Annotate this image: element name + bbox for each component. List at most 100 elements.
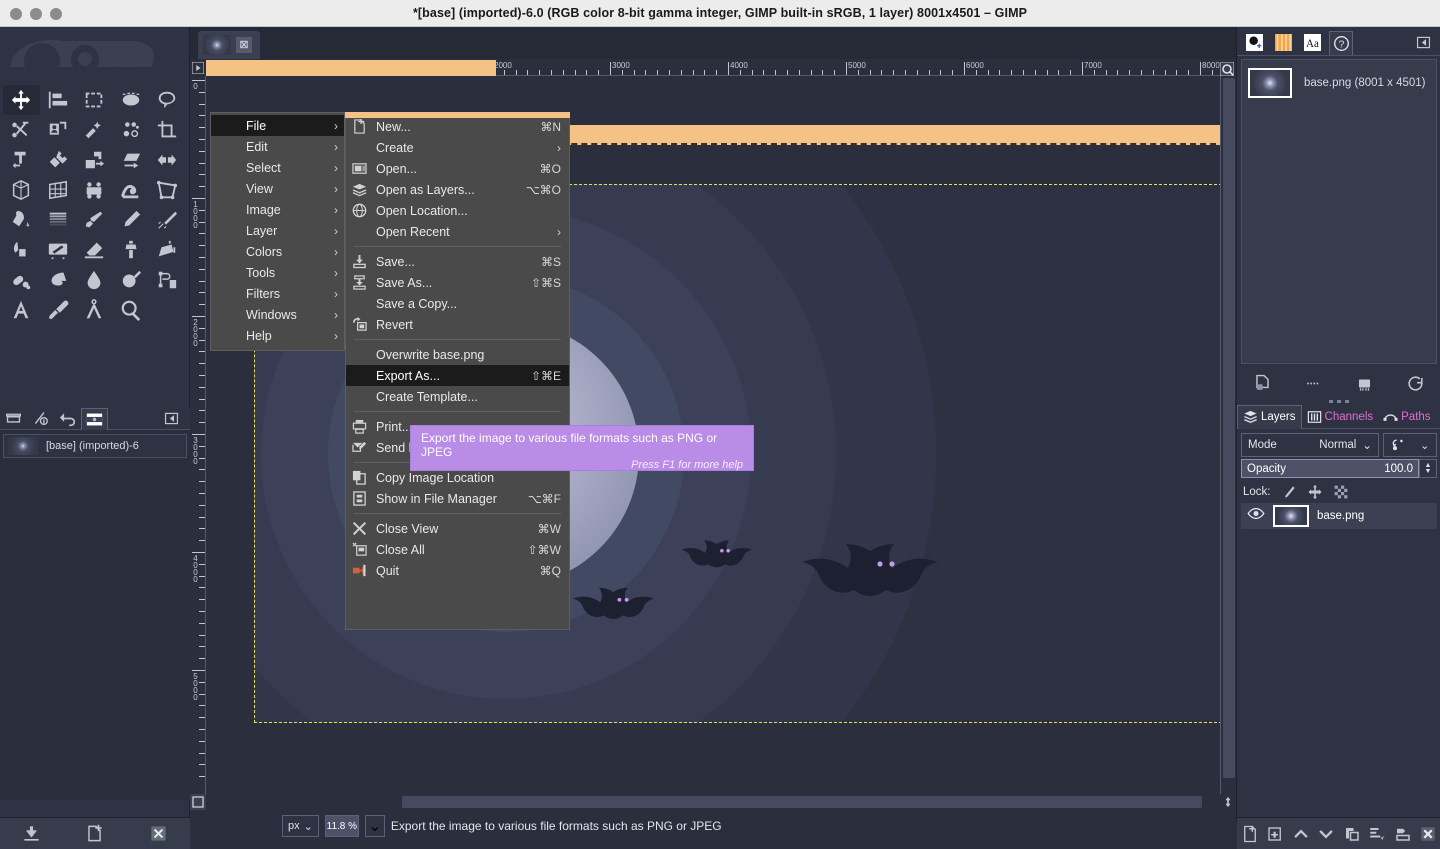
alignment-tool[interactable] [40,85,77,115]
merge-down-icon[interactable] [1394,825,1412,843]
vertical-ruler[interactable]: 010002000300040005000 [190,76,206,794]
tab-patterns[interactable] [1271,31,1295,55]
image-tab[interactable]: ⊠ [198,31,260,59]
zoom-image-button[interactable] [1220,794,1236,810]
text-tool[interactable] [3,295,40,325]
menu-item-file[interactable]: File› [211,115,344,136]
lower-layer-icon[interactable] [1317,825,1335,843]
raise-layer-icon[interactable] [1292,825,1310,843]
right-dock-tabs[interactable]: Aa ? [1237,30,1440,56]
tab-paths[interactable]: Paths [1378,405,1435,429]
tab-images[interactable] [81,408,108,430]
menu-item-layer[interactable]: Layer› [211,220,344,241]
unified-transform-tool[interactable] [3,145,40,175]
chevron-down-icon[interactable]: ⌄ [1420,439,1429,452]
tab-channels[interactable]: Channels [1302,405,1379,429]
window-controls[interactable] [10,0,62,27]
opacity-stepper[interactable]: ▲▼ [1419,459,1437,478]
dodge-burn-tool[interactable] [113,265,150,295]
tab-tool-options[interactable] [0,408,27,430]
menu-item-filters[interactable]: Filters› [211,283,344,304]
scissors-select-tool[interactable] [3,115,40,145]
layer-effects-icon[interactable] [1391,437,1407,453]
pencil-tool[interactable] [113,205,150,235]
minimize-button[interactable] [30,8,42,20]
file-menu-revert[interactable]: Revert [346,314,569,335]
eraser-tool[interactable] [76,235,113,265]
images-panel-toolbar[interactable] [1237,369,1440,397]
tab-undo-history[interactable] [54,408,81,430]
foreground-select-tool[interactable] [40,115,77,145]
collapse-layers-dock-button[interactable] [1436,405,1440,429]
file-menu-export-as[interactable]: Export As... ⇧⌘E [346,365,569,386]
zoom-input[interactable]: 11.8 % [325,815,359,837]
file-menu-new[interactable]: New... ⌘N [346,116,569,137]
paintbrush-tool[interactable] [76,205,113,235]
ruler-corner-menu-button[interactable] [190,60,206,76]
toolbox-dock-tabs[interactable] [0,408,190,430]
ink-tool[interactable] [3,235,40,265]
tab-device-status[interactable] [27,408,54,430]
tool-grid[interactable] [3,85,187,325]
file-menu-save-a-copy[interactable]: Save a Copy... [346,293,569,314]
tab-brushes[interactable] [1242,31,1266,55]
zoom-tool[interactable] [113,295,150,325]
heal-tool[interactable] [3,265,40,295]
horizontal-scroll-thumb[interactable] [402,796,1202,808]
delete-image-icon[interactable] [149,824,168,843]
new-image-icon[interactable] [85,824,104,843]
menu-item-tools[interactable]: Tools› [211,262,344,283]
collapse-dock-button[interactable] [1411,31,1435,55]
measure-tool[interactable] [76,295,113,325]
paths-tool[interactable] [149,265,186,295]
anchor-layer-icon[interactable] [1368,825,1386,843]
color-area[interactable] [0,357,190,412]
file-menu-create[interactable]: Create › [346,137,569,158]
layer-effects-button[interactable]: ⌄ [1383,433,1437,457]
file-menu-popup[interactable]: New... ⌘N Create › Open... ⌘O Open as La… [345,112,570,630]
menu-item-windows[interactable]: Windows› [211,304,344,325]
bucket-fill-tool[interactable] [3,205,40,235]
rotate-tool[interactable] [40,145,77,175]
image-entry[interactable]: base.png (8001 x 4501) [1248,68,1425,98]
vertical-scroll-thumb[interactable] [1223,78,1235,778]
handle-transform-tool[interactable] [3,175,40,205]
airbrush-tool[interactable] [149,205,186,235]
file-menu-open-as-layers[interactable]: Open as Layers... ⌥⌘O [346,179,569,200]
menu-item-image[interactable]: Image› [211,199,344,220]
gradient-tool[interactable] [40,205,77,235]
zoom-dropdown-button[interactable]: ⌄ [365,815,385,837]
flip-tool[interactable] [149,145,186,175]
vertical-scrollbar[interactable] [1220,76,1236,794]
delete-image-icon[interactable] [1355,374,1374,393]
blur-sharpen-tool[interactable] [76,265,113,295]
file-menu-open[interactable]: Open... ⌘O [346,158,569,179]
unit-selector[interactable]: px ⌄ [282,815,319,837]
scale-tool[interactable] [76,145,113,175]
free-select-tool[interactable] [149,85,186,115]
menu-item-help[interactable]: Help› [211,325,344,346]
file-menu-overwrite[interactable]: Overwrite base.png [346,344,569,365]
fuzzy-select-tool[interactable] [76,115,113,145]
layer-list-item[interactable]: base.png [1241,503,1437,529]
color-picker-tool[interactable] [40,295,77,325]
layer-lock-row[interactable]: Lock: [1243,482,1439,502]
close-icon[interactable]: ⊠ [236,37,252,53]
warp-transform-tool[interactable] [76,175,113,205]
zoom-button[interactable] [50,8,62,20]
lock-alpha-icon[interactable] [1333,484,1349,500]
move-tool[interactable] [3,85,40,115]
layer-mode-row[interactable]: Mode Normal ⌄ ⌄ [1241,433,1437,457]
ellipse-select-tool[interactable] [113,85,150,115]
file-menu-create-template[interactable]: Create Template... [346,386,569,407]
file-menu-close-view[interactable]: Close View ⌘W [346,518,569,539]
main-menu-popup[interactable]: File› Edit› Select› View› Image› Layer› … [210,112,345,351]
file-menu-save[interactable]: Save... ⌘S [346,251,569,272]
delete-layer-icon[interactable] [1419,825,1437,843]
tab-fonts[interactable]: Aa [1300,31,1324,55]
lock-pixels-icon[interactable] [1281,484,1297,500]
blend-mode-selector[interactable]: Mode Normal ⌄ [1241,433,1379,457]
opacity-slider[interactable]: Opacity 100.0 [1241,459,1419,478]
rectangle-select-tool[interactable] [76,85,113,115]
new-layer-group-icon[interactable] [1266,825,1284,843]
